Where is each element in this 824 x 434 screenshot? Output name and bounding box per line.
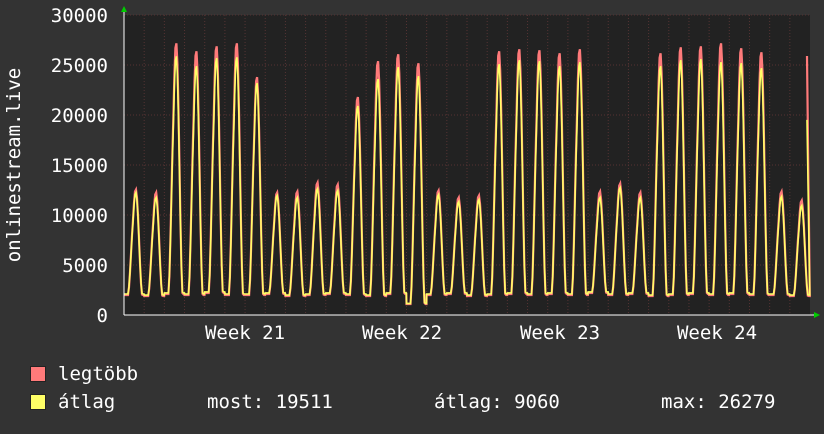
y-tick-label: 10000 — [51, 205, 108, 227]
stat-max: max: 26279 — [661, 391, 776, 413]
legend-item-avg: átlag — [30, 391, 115, 413]
x-tick-label: Week 22 — [362, 322, 442, 344]
x-tick-label: Week 21 — [205, 322, 285, 344]
legend-item-max: legtöbb — [30, 363, 138, 385]
y-tick-label: 25000 — [51, 55, 108, 77]
y-tick-label: 15000 — [51, 155, 108, 177]
y-tick-label: 30000 — [51, 5, 108, 27]
legend-swatch-avg — [30, 394, 46, 410]
legend-label-max: legtöbb — [58, 363, 139, 385]
legend-swatch-max — [30, 366, 46, 382]
y-tick-label: 0 — [97, 305, 108, 327]
y-tick-label: 20000 — [51, 105, 108, 127]
y-axis-arrow — [121, 6, 127, 12]
x-axis-arrow — [814, 312, 820, 318]
y-tick-label: 5000 — [62, 255, 108, 277]
x-tick-label: Week 23 — [520, 322, 600, 344]
stat-avg: átlag: 9060 — [434, 391, 560, 413]
y-axis-label: onlinestream.live — [3, 68, 25, 262]
x-tick-label: Week 24 — [677, 322, 757, 344]
legend-label-avg: átlag — [58, 391, 116, 413]
stat-now: most: 19511 — [207, 391, 333, 413]
